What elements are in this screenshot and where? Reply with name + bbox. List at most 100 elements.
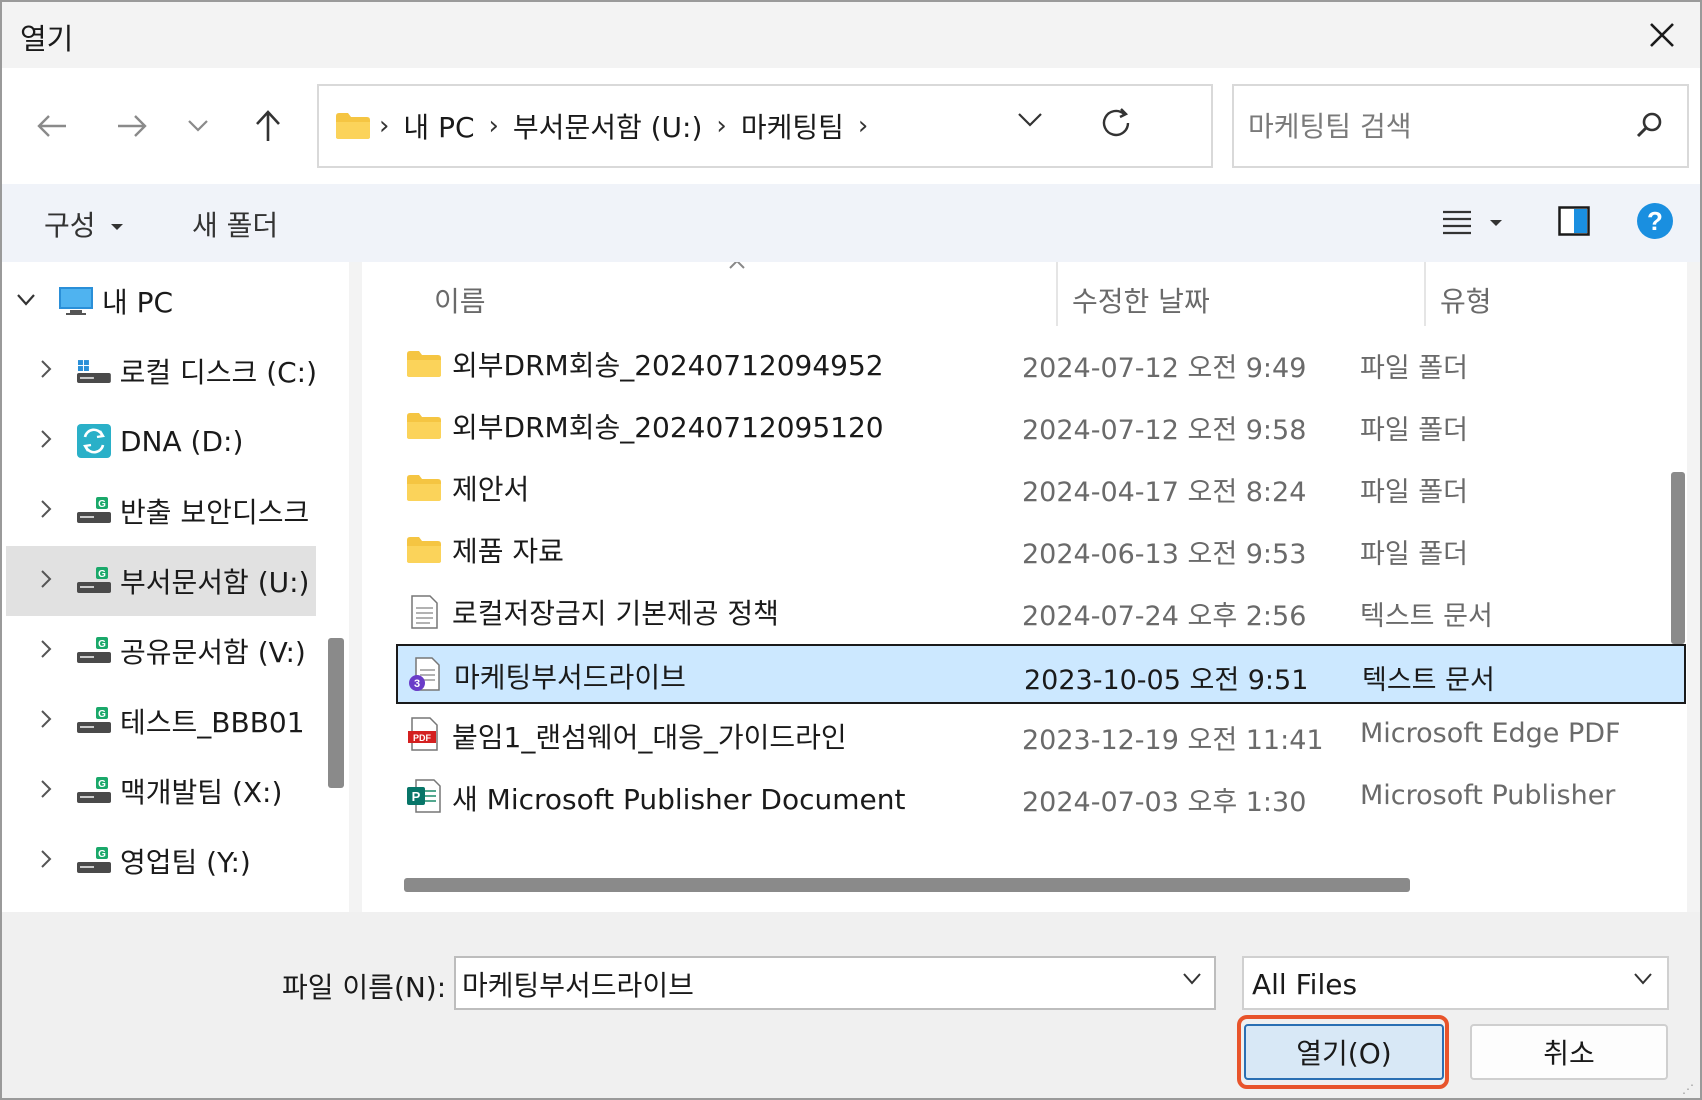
folder-icon bbox=[407, 475, 441, 501]
filename-input[interactable] bbox=[462, 964, 1142, 1004]
file-name: 제품 자료 bbox=[452, 535, 564, 568]
network-drive-icon: G bbox=[77, 777, 111, 803]
breadcrumb-separator: › bbox=[857, 111, 869, 141]
file-row[interactable]: 외부DRM회송_20240712094952 2024-07-12 오전 9:4… bbox=[396, 334, 1687, 394]
tree-item-label: 공유문서함 (V:) bbox=[120, 636, 306, 669]
file-row[interactable]: 제안서 2024-04-17 오전 8:24 파일 폴더 bbox=[396, 458, 1687, 518]
tree-item-dept-drive[interactable]: G 부서문서함 (U:) bbox=[6, 546, 316, 616]
tree-item-my-pc[interactable]: 내 PC bbox=[6, 266, 316, 336]
filename-combobox[interactable] bbox=[454, 956, 1216, 1010]
dialog-title: 열기 bbox=[20, 22, 74, 56]
search-box[interactable] bbox=[1232, 84, 1689, 168]
tree-item-label: 반출 보안디스크 bbox=[120, 496, 310, 529]
svg-text:G: G bbox=[98, 779, 106, 790]
svg-text:G: G bbox=[98, 569, 106, 580]
cancel-button[interactable]: 취소 bbox=[1470, 1024, 1668, 1080]
tree-item-test-drive[interactable]: G 테스트_BBB01 bbox=[6, 686, 316, 756]
chevron-right-icon[interactable] bbox=[26, 639, 66, 663]
dialog-footer: 파일 이름(N): All Files 열기(O) 취소 ⋰ bbox=[2, 912, 1700, 1098]
view-options-button[interactable] bbox=[1442, 208, 1503, 240]
new-folder-button[interactable]: 새 폴더 bbox=[192, 204, 278, 244]
folder-icon bbox=[407, 537, 441, 563]
preview-pane-icon bbox=[1558, 206, 1590, 236]
chevron-right-icon[interactable] bbox=[26, 849, 66, 873]
file-list-vertical-scrollbar[interactable] bbox=[1671, 472, 1685, 644]
network-drive-icon: G bbox=[77, 637, 111, 663]
tree-item-mac-dev-drive[interactable]: G 맥개발팀 (X:) bbox=[6, 756, 316, 826]
navigation-pane-scrollbar[interactable] bbox=[328, 638, 344, 788]
file-date: 2024-04-17 오전 8:24 bbox=[1022, 477, 1307, 508]
chevron-right-icon[interactable] bbox=[26, 359, 66, 383]
up-button[interactable] bbox=[242, 100, 294, 152]
refresh-button[interactable] bbox=[1099, 106, 1133, 144]
sort-ascending-icon bbox=[729, 262, 745, 269]
back-button[interactable] bbox=[26, 100, 78, 152]
file-name: 외부DRM회송_20240712095120 bbox=[452, 411, 884, 444]
pdf-icon: PDF bbox=[408, 717, 438, 751]
organize-button[interactable]: 구성 bbox=[44, 204, 124, 244]
file-row[interactable]: 외부DRM회송_20240712095120 2024-07-12 오전 9:5… bbox=[396, 396, 1687, 456]
forward-button[interactable] bbox=[106, 100, 158, 152]
column-divider[interactable] bbox=[1056, 262, 1058, 326]
file-row[interactable]: 제품 자료 2024-06-13 오전 9:53 파일 폴더 bbox=[396, 520, 1687, 580]
resize-grip-icon[interactable]: ⋰ bbox=[1682, 1082, 1694, 1096]
tree-item-shared-drive[interactable]: G 공유문서함 (V:) bbox=[6, 616, 316, 686]
folder-icon bbox=[407, 413, 441, 439]
search-input[interactable] bbox=[1248, 104, 1618, 148]
file-list-horizontal-scrollbar[interactable] bbox=[404, 878, 1410, 892]
svg-text:3: 3 bbox=[414, 678, 420, 690]
file-row-selected[interactable]: 3 마케팅부서드라이브 2023-10-05 오전 9:51 텍스트 문서 bbox=[396, 644, 1686, 704]
breadcrumb-dept-drive[interactable]: 부서문서함 (U:) bbox=[513, 106, 702, 146]
tree-item-label: 내 PC bbox=[102, 286, 174, 319]
tree-item-label: 로컬 디스크 (C:) bbox=[119, 356, 317, 389]
recent-locations-button[interactable] bbox=[172, 100, 224, 152]
pc-icon bbox=[59, 287, 93, 315]
breadcrumb-separator: › bbox=[488, 111, 499, 141]
address-dropdown-button[interactable] bbox=[1017, 112, 1043, 132]
network-drive-icon: G bbox=[77, 847, 111, 873]
local-disk-icon bbox=[76, 360, 111, 383]
preview-pane-button[interactable] bbox=[1558, 206, 1590, 240]
tree-item-sales-drive[interactable]: G 영업팀 (Y:) bbox=[6, 826, 316, 896]
file-row[interactable]: PDF 붙임1_랜섬웨어_대응_가이드라인 2023-12-19 오전 11:4… bbox=[396, 706, 1687, 766]
text-file-icon bbox=[411, 595, 438, 629]
column-divider[interactable] bbox=[1424, 262, 1426, 326]
chevron-down-icon[interactable] bbox=[1182, 972, 1202, 986]
file-row[interactable]: P 새 Microsoft Publisher Document 2024-07… bbox=[396, 768, 1687, 828]
file-type-filter[interactable]: All Files bbox=[1242, 956, 1669, 1010]
file-name: 제안서 bbox=[452, 473, 530, 506]
file-list: 이름 수정한 날짜 유형 외부DRM회송_20240712094952 2024… bbox=[362, 262, 1687, 912]
column-header-type[interactable]: 유형 bbox=[1440, 280, 1492, 320]
file-type: Microsoft Publisher bbox=[1360, 780, 1616, 811]
chevron-down-icon[interactable] bbox=[6, 292, 46, 311]
chevron-right-icon[interactable] bbox=[26, 569, 66, 593]
address-bar[interactable]: › 내 PC › 부서문서함 (U:) › 마케팅팀 › bbox=[317, 84, 1213, 168]
breadcrumb-my-pc[interactable]: 내 PC bbox=[403, 106, 474, 146]
breadcrumb-marketing[interactable]: 마케팅팀 bbox=[741, 106, 844, 146]
help-button[interactable]: ? bbox=[1636, 202, 1674, 244]
tree-item-local-disk[interactable]: 로컬 디스크 (C:) bbox=[6, 336, 316, 406]
column-header-name[interactable]: 이름 bbox=[434, 280, 486, 320]
chevron-right-icon[interactable] bbox=[26, 499, 66, 523]
file-type: 파일 폴더 bbox=[1360, 477, 1468, 508]
new-folder-label: 새 폴더 bbox=[192, 209, 279, 242]
organize-label: 구성 bbox=[44, 209, 96, 242]
svg-text:G: G bbox=[98, 709, 106, 720]
column-header-date[interactable]: 수정한 날짜 bbox=[1072, 280, 1210, 320]
file-name: 붙임1_랜섬웨어_대응_가이드라인 bbox=[452, 721, 847, 754]
folder-icon bbox=[336, 113, 370, 139]
file-type: 파일 폴더 bbox=[1360, 353, 1468, 384]
open-button[interactable]: 열기(O) bbox=[1244, 1024, 1444, 1080]
tree-item-dna-drive[interactable]: DNA (D:) bbox=[6, 406, 316, 476]
file-row[interactable]: 로컬저장금지 기본제공 정책 2024-07-24 오후 2:56 텍스트 문서 bbox=[396, 582, 1687, 642]
caret-down-icon bbox=[1490, 220, 1503, 226]
close-button[interactable] bbox=[1632, 6, 1692, 64]
tree-item-export-disk[interactable]: G 반출 보안디스크 bbox=[6, 476, 316, 546]
chevron-right-icon[interactable] bbox=[26, 779, 66, 803]
chevron-right-icon[interactable] bbox=[26, 709, 66, 733]
cancel-button-label: 취소 bbox=[1543, 1037, 1595, 1070]
file-name: 마케팅부서드라이브 bbox=[454, 661, 686, 694]
file-date: 2024-06-13 오전 9:53 bbox=[1022, 539, 1307, 570]
chevron-right-icon[interactable] bbox=[26, 429, 66, 453]
caret-down-icon bbox=[111, 224, 124, 230]
